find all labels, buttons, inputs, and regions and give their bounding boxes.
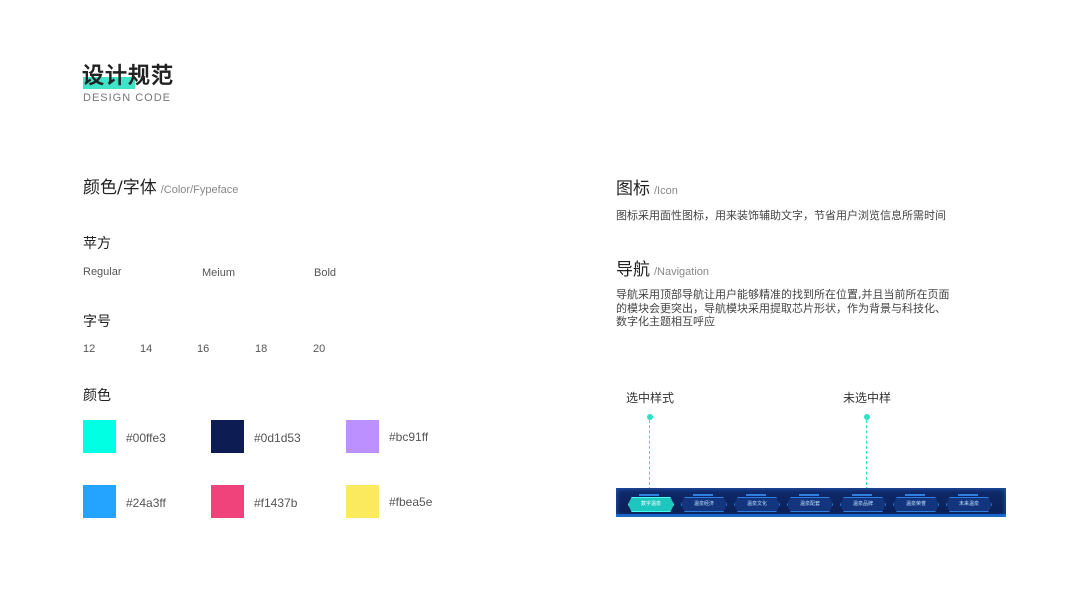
font-family-title: 苹方 xyxy=(83,236,111,252)
color-swatch xyxy=(211,420,244,453)
nav-chip-cap xyxy=(905,494,925,496)
color-swatch xyxy=(346,420,379,453)
selected-pointer-line xyxy=(649,420,650,490)
navigation-bar: 数字温泉 温泉经济 温泉文化 温泉配套 温泉品牌 温泉荣誉 未来温泉 xyxy=(616,488,1006,517)
icon-heading-text: 图标 xyxy=(616,179,650,199)
page-title: 设计规范 xyxy=(82,64,175,89)
navigation-description: 导航采用顶部导航让用户能够精准的找到所在位置,并且当前所在页面 的模块会更突出，… xyxy=(616,288,950,329)
icon-description: 图标采用面性图标，用来装饰辅助文字，节省用户浏览信息所需时间 xyxy=(616,209,946,222)
color-swatch xyxy=(83,420,116,453)
color-hex-label: #f1437b xyxy=(254,496,298,510)
navigation-description-line: 导航采用顶部导航让用户能够精准的找到所在位置,并且当前所在页面 xyxy=(616,288,950,301)
color-hex-label: #00ffe3 xyxy=(126,431,166,445)
nav-item[interactable]: 温泉荣誉 xyxy=(893,497,939,512)
color-font-heading-sub: /Color/Fypeface xyxy=(160,184,239,196)
font-size-item: 20 xyxy=(313,343,326,355)
selected-pointer-dot xyxy=(647,414,653,420)
page-subtitle: DESIGN CODE xyxy=(83,92,172,104)
font-weight-regular: Regular xyxy=(83,266,122,278)
font-size-item: 18 xyxy=(255,343,268,355)
font-weight-bold: Bold xyxy=(314,267,337,279)
navigation-heading: 导航/Navigation xyxy=(616,255,709,280)
navigation-heading-text: 导航 xyxy=(616,260,650,280)
font-weight-medium: Meium xyxy=(202,267,236,279)
unselected-style-label: 未选中样 xyxy=(843,391,892,405)
color-hex-label: #24a3ff xyxy=(126,496,166,510)
nav-chip-cap xyxy=(639,494,659,496)
unselected-pointer-line xyxy=(866,420,867,490)
nav-item-selected[interactable]: 数字温泉 xyxy=(628,497,674,512)
font-size-title: 字号 xyxy=(83,314,111,330)
nav-item[interactable]: 温泉品牌 xyxy=(840,497,886,512)
nav-chip-cap xyxy=(693,494,713,496)
font-size-item: 12 xyxy=(83,343,96,355)
color-font-heading-text: 颜色/字体 xyxy=(83,178,157,198)
color-swatch xyxy=(83,485,116,518)
nav-item[interactable]: 未来温泉 xyxy=(946,497,992,512)
color-hex-label: #fbea5e xyxy=(389,495,433,509)
nav-chip-cap xyxy=(746,494,766,496)
font-size-item: 16 xyxy=(197,343,210,355)
navigation-description-line: 的模块会更突出，导航模块采用提取芯片形状，作为背景与科技化、 xyxy=(616,301,946,315)
font-size-item: 14 xyxy=(140,343,153,355)
nav-chip-cap xyxy=(958,494,978,496)
color-hex-label: #0d1d53 xyxy=(254,431,301,445)
navigation-description-line: 数字化主题相互呼应 xyxy=(616,315,715,328)
color-font-heading: 颜色/字体/Color/Fypeface xyxy=(83,173,238,198)
navigation-heading-sub: /Navigation xyxy=(654,266,710,278)
nav-chip-cap xyxy=(799,494,819,496)
color-swatch xyxy=(346,485,379,518)
nav-item[interactable]: 温泉文化 xyxy=(734,497,780,512)
unselected-pointer-dot xyxy=(864,414,870,420)
color-title: 颜色 xyxy=(83,388,111,404)
color-swatch xyxy=(211,485,244,518)
nav-item[interactable]: 温泉配套 xyxy=(787,497,833,512)
icon-heading: 图标/Icon xyxy=(616,174,678,199)
icon-heading-sub: /Icon xyxy=(654,185,678,197)
nav-item[interactable]: 温泉经济 xyxy=(681,497,727,512)
navigation-bar-glow xyxy=(616,514,1006,517)
color-hex-label: #bc91ff xyxy=(389,430,429,444)
nav-chip-cap xyxy=(852,494,872,496)
selected-style-label: 选中样式 xyxy=(626,391,675,405)
